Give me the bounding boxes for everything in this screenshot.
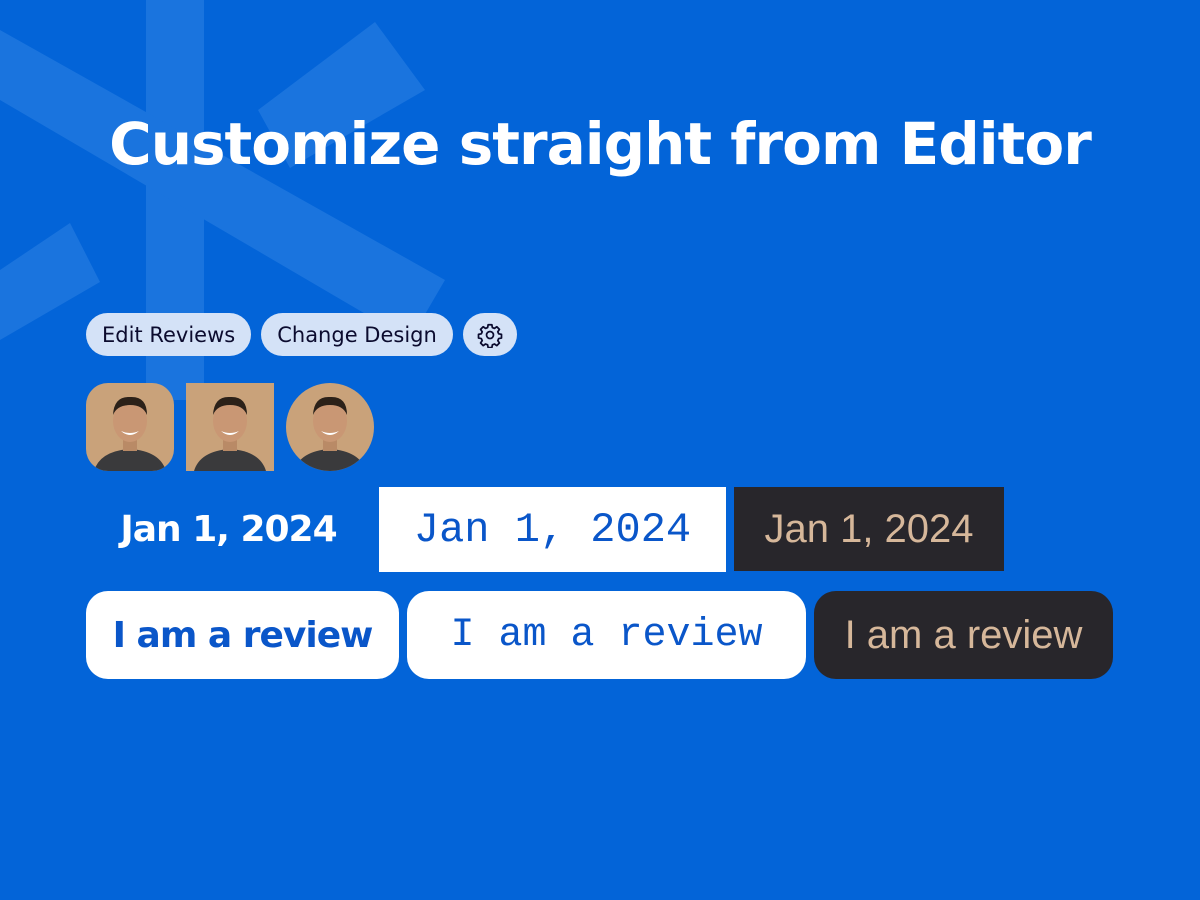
date-style-monospace[interactable]: Jan 1, 2024 bbox=[379, 487, 726, 572]
review-style-bold[interactable]: I am a review bbox=[86, 591, 399, 679]
edit-reviews-button[interactable]: Edit Reviews bbox=[86, 313, 252, 356]
date-style-bold[interactable]: Jan 1, 2024 bbox=[86, 487, 371, 572]
gear-icon bbox=[477, 323, 503, 348]
date-style-dark[interactable]: Jan 1, 2024 bbox=[734, 487, 1004, 571]
page-title: Customize straight from Editor bbox=[109, 110, 1092, 178]
review-style-dark[interactable]: I am a review bbox=[814, 591, 1113, 679]
change-design-button[interactable]: Change Design bbox=[261, 313, 453, 356]
review-style-monospace[interactable]: I am a review bbox=[407, 591, 806, 679]
avatar-circle[interactable] bbox=[286, 383, 374, 471]
editor-toolbar: Edit Reviews Change Design bbox=[86, 313, 517, 356]
avatar-rounded-square[interactable] bbox=[86, 383, 174, 471]
avatar-square[interactable] bbox=[186, 383, 274, 471]
settings-button[interactable] bbox=[462, 313, 517, 356]
avatar-shape-options bbox=[86, 383, 374, 471]
